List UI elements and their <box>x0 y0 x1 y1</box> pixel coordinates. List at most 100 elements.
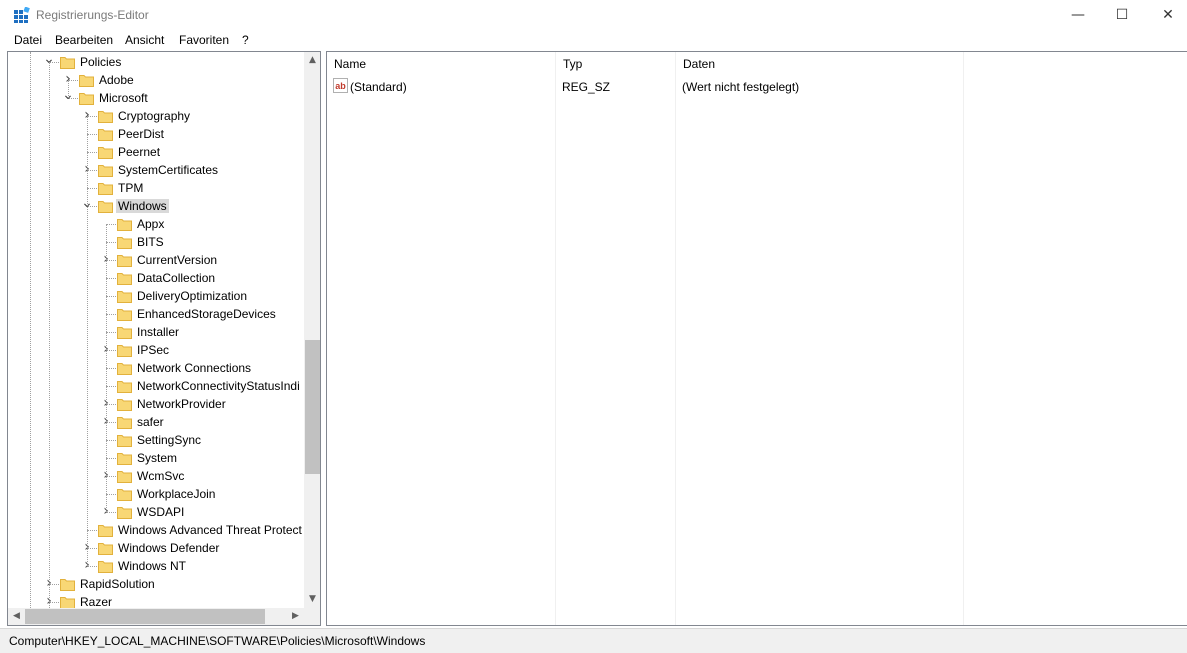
folder-icon <box>117 291 132 303</box>
tree-vertical-scrollbar[interactable]: ▲ ▼ <box>304 52 320 608</box>
tree-vertical-scroll-thumb[interactable] <box>305 340 320 474</box>
tree-node[interactable]: › Adobe <box>8 71 304 89</box>
tree-node[interactable]: Peernet <box>8 143 304 161</box>
folder-icon <box>117 417 132 429</box>
tree-node[interactable]: SettingSync <box>8 431 304 449</box>
tree-node-label: Cryptography <box>118 109 191 123</box>
menu-bar: Datei Bearbeiten Ansicht Favoriten ? <box>0 30 1187 50</box>
tree-horizontal-scrollbar[interactable]: ◀ ▶ <box>8 608 304 625</box>
tree-node[interactable]: EnhancedStorageDevices <box>8 305 304 323</box>
scroll-left-arrow-icon[interactable]: ◀ <box>8 608 25 625</box>
tree-node-label: DeliveryOptimization <box>137 289 248 303</box>
window-title: Registrierungs-Editor <box>36 8 149 22</box>
value-name: (Standard) <box>350 80 407 94</box>
tree-horizontal-scroll-thumb[interactable] <box>25 609 265 624</box>
tree-node[interactable]: › RapidSolution <box>8 575 304 593</box>
tree-node[interactable]: › Windows NT <box>8 557 304 575</box>
column-header-data[interactable]: Daten <box>676 52 964 76</box>
tree-node[interactable]: Windows Advanced Threat Protect <box>8 521 304 539</box>
tree-node[interactable]: System <box>8 449 304 467</box>
tree-guide-line <box>68 80 69 98</box>
tree-guide-line <box>49 62 50 620</box>
scroll-right-arrow-icon[interactable]: ▶ <box>287 608 304 625</box>
folder-icon <box>117 345 132 357</box>
tree-connector <box>87 530 97 531</box>
column-divider <box>555 52 556 625</box>
tree-node-label: EnhancedStorageDevices <box>137 307 276 321</box>
menu-favoriten[interactable]: Favoriten <box>179 33 229 47</box>
tree-node[interactable]: ⌄ Windows <box>8 196 304 215</box>
tree-node[interactable]: PeerDist <box>8 125 304 143</box>
column-divider <box>675 52 676 625</box>
tree-node[interactable]: › IPSec <box>8 341 304 359</box>
status-path: Computer\HKEY_LOCAL_MACHINE\SOFTWARE\Pol… <box>9 634 426 648</box>
value-type: REG_SZ <box>562 80 611 94</box>
tree-node-label: Policies <box>80 55 122 69</box>
tree-node[interactable]: WorkplaceJoin <box>8 485 304 503</box>
tree-node[interactable]: › WSDAPI <box>8 503 304 521</box>
tree-connector <box>106 332 116 333</box>
tree-connector <box>106 494 116 495</box>
menu-ansicht[interactable]: Ansicht <box>125 33 164 47</box>
folder-icon <box>117 399 132 411</box>
tree-node-label: IPSec <box>137 343 170 357</box>
registry-tree[interactable]: ⌄ Policies › Adobe ⌄ Microsoft › Cryptography Pe… <box>7 51 321 626</box>
tree-connector <box>87 188 97 189</box>
tree-node[interactable]: › SystemCertificates <box>8 161 304 179</box>
tree-node-label: safer <box>137 415 164 429</box>
tree-node[interactable]: Installer <box>8 323 304 341</box>
folder-icon <box>117 363 132 375</box>
tree-node[interactable]: BITS <box>8 233 304 251</box>
column-header-name[interactable]: Name <box>327 52 556 76</box>
tree-connector <box>106 278 116 279</box>
folder-icon <box>98 165 113 177</box>
tree-node[interactable]: › Cryptography <box>8 107 304 125</box>
tree-node[interactable]: › Windows Defender <box>8 539 304 557</box>
tree-connector <box>106 368 116 369</box>
tree-node[interactable]: › WcmSvc <box>8 467 304 485</box>
tree-connector <box>87 152 97 153</box>
tree-node[interactable]: Appx <box>8 215 304 233</box>
menu-bearbeiten[interactable]: Bearbeiten <box>55 33 113 47</box>
folder-icon <box>98 147 113 159</box>
tree-node[interactable]: ⌄ Microsoft <box>8 88 304 107</box>
tree-node[interactable]: NetworkConnectivityStatusIndi <box>8 377 304 395</box>
tree-node-label: NetworkProvider <box>137 397 226 411</box>
menu-datei[interactable]: Datei <box>14 33 42 47</box>
menu-help[interactable]: ? <box>242 33 249 47</box>
folder-icon <box>60 579 75 591</box>
tree-node-label: Network Connections <box>137 361 252 375</box>
tree-node[interactable]: ⌄ Policies <box>8 52 304 71</box>
tree-node-label: WorkplaceJoin <box>137 487 216 501</box>
close-button[interactable]: ✕ <box>1145 0 1187 30</box>
tree-connector <box>106 224 116 225</box>
tree-node-label: TPM <box>118 181 144 195</box>
minimize-button[interactable]: — <box>1055 0 1101 30</box>
scroll-up-arrow-icon[interactable]: ▲ <box>304 52 320 69</box>
value-row[interactable]: ab (Standard) REG_SZ (Wert nicht festgel… <box>327 77 1187 95</box>
tree-node[interactable]: TPM <box>8 179 304 197</box>
tree-node-label: Adobe <box>99 73 134 87</box>
tree-node[interactable]: › CurrentVersion <box>8 251 304 269</box>
tree-node[interactable]: › NetworkProvider <box>8 395 304 413</box>
column-header-type[interactable]: Typ <box>556 52 676 76</box>
tree-node[interactable]: Network Connections <box>8 359 304 377</box>
maximize-button[interactable]: ☐ <box>1099 0 1145 30</box>
tree-guide-line <box>106 224 107 512</box>
tree-node[interactable]: DataCollection <box>8 269 304 287</box>
tree-node-label: RapidSolution <box>80 577 155 591</box>
tree-node-label: Razer <box>80 595 113 609</box>
tree-node[interactable]: › safer <box>8 413 304 431</box>
title-bar: Registrierungs-Editor — ☐ ✕ <box>0 0 1187 30</box>
tree-node[interactable]: DeliveryOptimization <box>8 287 304 305</box>
folder-icon <box>98 183 113 195</box>
tree-node-label: Windows <box>116 199 169 213</box>
tree-connector <box>106 440 116 441</box>
folder-icon <box>117 381 132 393</box>
tree-connector <box>106 458 116 459</box>
tree-node-label: DataCollection <box>137 271 216 285</box>
folder-icon <box>117 507 132 519</box>
scroll-down-arrow-icon[interactable]: ▼ <box>304 591 320 608</box>
tree-connector <box>106 296 116 297</box>
values-list[interactable]: Name Typ Daten ab (Standard) REG_SZ (Wer… <box>326 51 1187 626</box>
